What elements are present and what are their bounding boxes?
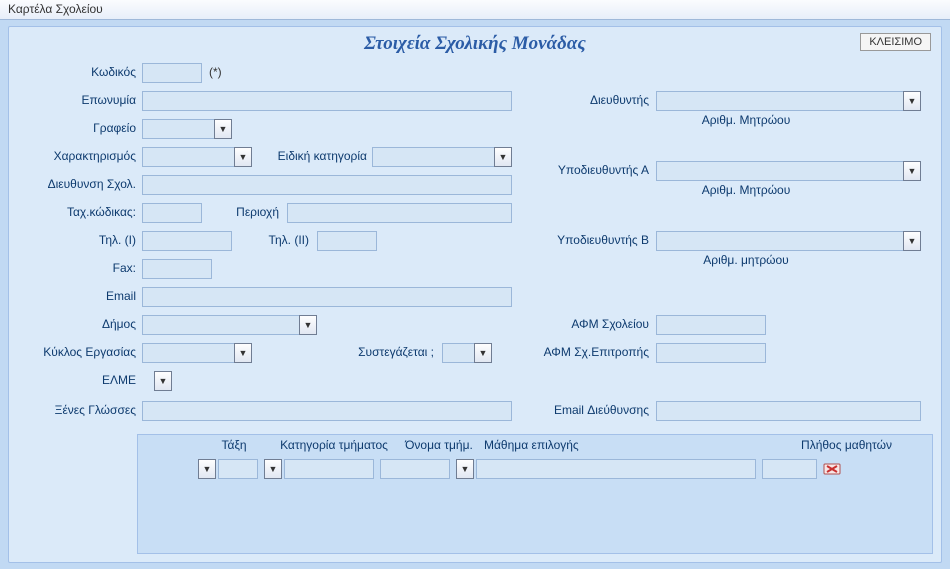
label-schooladdr: Διευθυνση Σχολ. xyxy=(9,177,136,191)
dropdown-icon[interactable]: ▼ xyxy=(234,343,252,363)
label-subA: Υποδιευθυντής Α xyxy=(529,163,649,177)
hdr-secname: Όνομα τμήμ. xyxy=(394,438,484,454)
dropdown-icon[interactable]: ▼ xyxy=(234,147,252,167)
input-tel1[interactable] xyxy=(142,231,232,251)
dropdown-icon[interactable]: ▼ xyxy=(903,161,921,181)
dropdown-icon[interactable]: ▼ xyxy=(903,231,921,251)
select-char-wrap[interactable]: ▼ xyxy=(142,147,252,167)
dropdown-icon[interactable]: ▼ xyxy=(264,459,282,479)
input-area[interactable] xyxy=(287,203,512,223)
sections-grid: Τάξη Κατηγορία τμήματος Όνομα τμήμ. Μάθη… xyxy=(137,434,933,554)
input-name[interactable] xyxy=(142,91,512,111)
label-afm-school: ΑΦΜ Σχολείου xyxy=(529,317,649,331)
cell-class[interactable] xyxy=(218,459,258,479)
input-email[interactable] xyxy=(142,287,512,307)
label-fax: Fax: xyxy=(9,261,136,275)
inner-panel: ΚΛΕΙΣΙΜΟ Στοιχεία Σχολικής Μονάδας Κωδικ… xyxy=(8,26,942,563)
input-postcode[interactable] xyxy=(142,203,202,223)
select-director-wrap[interactable]: ▼ xyxy=(656,91,921,111)
label-office: Γραφείο xyxy=(9,121,136,135)
select-subB-wrap[interactable]: ▼ xyxy=(656,231,921,251)
outer-panel: ΚΛΕΙΣΙΜΟ Στοιχεία Σχολικής Μονάδας Κωδικ… xyxy=(0,20,950,569)
hdr-count: Πλήθος μαθητών xyxy=(624,438,932,454)
input-code[interactable] xyxy=(142,63,202,83)
input-langs[interactable] xyxy=(142,401,512,421)
label-subB: Υποδιευθυντής Β xyxy=(529,233,649,247)
hdr-cat: Κατηγορία τμήματος xyxy=(274,438,394,454)
select-workcycle-wrap[interactable]: ▼ xyxy=(142,343,252,363)
cell-count[interactable] xyxy=(762,459,817,479)
cell-elective[interactable] xyxy=(476,459,756,479)
hdr-elective: Μάθημα επιλογής xyxy=(484,438,624,454)
label-area: Περιοχή xyxy=(209,205,279,219)
select-specialcat-wrap[interactable]: ▼ xyxy=(372,147,512,167)
select-muni-wrap[interactable]: ▼ xyxy=(142,315,317,335)
page-title: Στοιχεία Σχολικής Μονάδας xyxy=(9,33,941,55)
dropdown-icon[interactable]: ▼ xyxy=(198,459,216,479)
select-muni[interactable] xyxy=(142,315,317,335)
grid-row: ▼ ▼ ▼ xyxy=(138,457,932,481)
select-specialcat[interactable] xyxy=(372,147,512,167)
dropdown-icon[interactable]: ▼ xyxy=(154,371,172,391)
input-afm-comm[interactable] xyxy=(656,343,766,363)
label-char: Χαρακτηρισμός xyxy=(9,149,136,163)
label-diremail: Email Διεύθυνσης xyxy=(529,403,649,417)
note-required: (*) xyxy=(209,65,222,79)
form-area: Κωδικός (*) Επωνυμία Γραφείο ▼ Χαρακτηρι… xyxy=(9,61,941,441)
label-afm-comm: ΑΦΜ Σχ.Επιτροπής xyxy=(529,345,649,359)
sublabel-regnum-subA: Αριθμ. Μητρώου xyxy=(656,183,836,197)
select-director[interactable] xyxy=(656,91,921,111)
input-fax[interactable] xyxy=(142,259,212,279)
select-subA[interactable] xyxy=(656,161,921,181)
input-afm-school[interactable] xyxy=(656,315,766,335)
input-schooladdr[interactable] xyxy=(142,175,512,195)
close-button[interactable]: ΚΛΕΙΣΙΜΟ xyxy=(860,33,931,51)
select-elme-wrap[interactable]: ▼ xyxy=(154,371,174,391)
label-tel2: Τηλ. (ΙΙ) xyxy=(239,233,309,247)
input-tel2[interactable] xyxy=(317,231,377,251)
select-office-wrap[interactable]: ▼ xyxy=(142,119,232,139)
cell-secname[interactable] xyxy=(380,459,450,479)
dropdown-icon[interactable]: ▼ xyxy=(456,459,474,479)
label-elme: ΕΛΜΕ xyxy=(9,373,136,387)
label-tel1: Τηλ. (Ι) xyxy=(9,233,136,247)
select-shared-wrap[interactable]: ▼ xyxy=(442,343,492,363)
label-director: Διευθυντής xyxy=(529,93,649,107)
input-diremail[interactable] xyxy=(656,401,921,421)
delete-row-icon[interactable] xyxy=(823,461,841,477)
label-email: Email xyxy=(9,289,136,303)
dropdown-icon[interactable]: ▼ xyxy=(299,315,317,335)
dropdown-icon[interactable]: ▼ xyxy=(903,91,921,111)
dropdown-icon[interactable]: ▼ xyxy=(494,147,512,167)
label-name: Επωνυμία xyxy=(9,93,136,107)
label-code: Κωδικός xyxy=(9,65,136,79)
dropdown-icon[interactable]: ▼ xyxy=(214,119,232,139)
sublabel-regnum-subB: Αριθμ. μητρώου xyxy=(656,253,836,267)
select-subA-wrap[interactable]: ▼ xyxy=(656,161,921,181)
cell-cat[interactable] xyxy=(284,459,374,479)
label-workcycle: Κύκλος Εργασίας xyxy=(9,345,136,359)
label-specialcat: Ειδική κατηγορία xyxy=(257,149,367,163)
select-subB[interactable] xyxy=(656,231,921,251)
grid-header: Τάξη Κατηγορία τμήματος Όνομα τμήμ. Μάθη… xyxy=(138,435,932,457)
hdr-class: Τάξη xyxy=(194,438,274,454)
label-shared: Συστεγάζεται ; xyxy=(329,345,434,359)
label-muni: Δήμος xyxy=(9,317,136,331)
label-langs: Ξένες Γλώσσες xyxy=(9,403,136,417)
sublabel-regnum-director: Αριθμ. Μητρώου xyxy=(656,113,836,127)
label-postcode: Ταχ.κώδικας: xyxy=(9,205,136,219)
window-title: Καρτέλα Σχολείου xyxy=(0,0,950,20)
dropdown-icon[interactable]: ▼ xyxy=(474,343,492,363)
